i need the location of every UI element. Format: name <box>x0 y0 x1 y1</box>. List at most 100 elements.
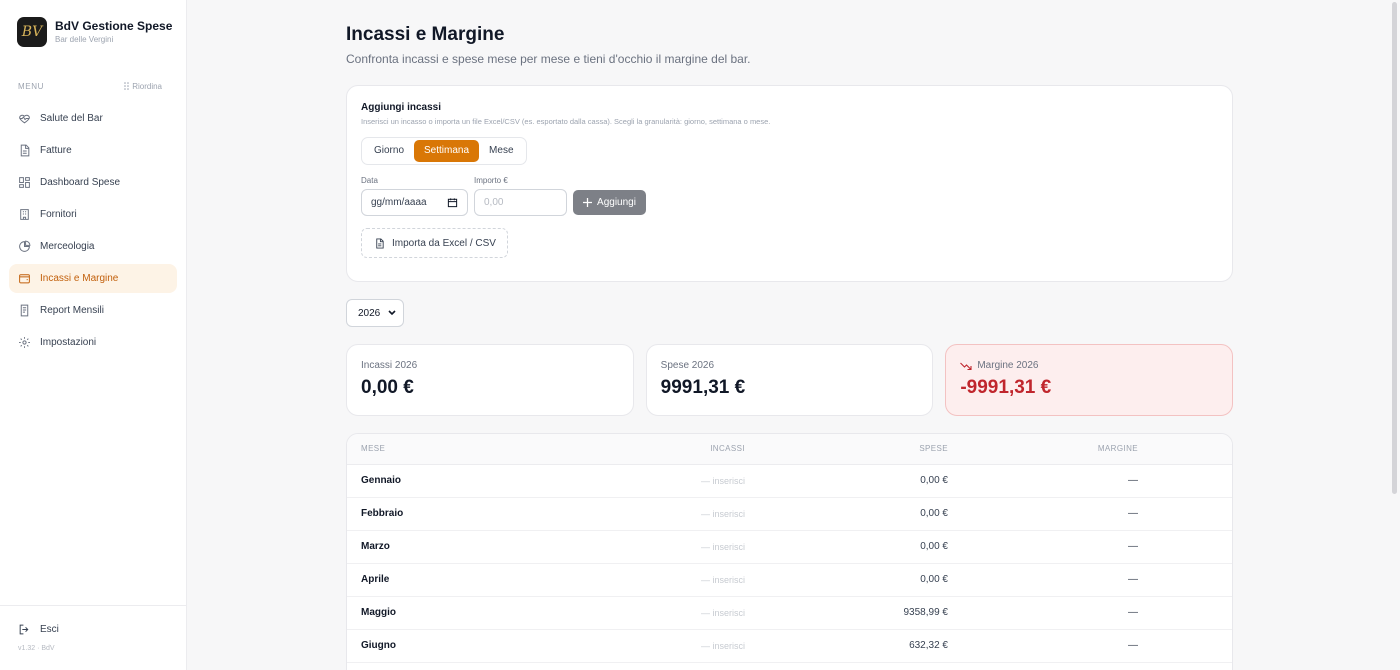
plus-icon <box>583 198 593 207</box>
row-margin: — <box>948 629 1138 663</box>
app: BV BdV Gestione Spese Bar delle Vergini … <box>0 0 1400 670</box>
sidebar-item-fornitori[interactable]: Fornitori <box>9 200 177 229</box>
brand-logo: BV <box>17 17 47 47</box>
granularity-toggle: Giorno Settimana Mese <box>361 137 527 165</box>
row-margin: — <box>948 563 1138 597</box>
granularity-mese[interactable]: Mese <box>479 140 523 162</box>
row-income-insert[interactable]: — inserisci <box>547 563 745 597</box>
sidebar-item-merceologia[interactable]: Merceologia <box>9 232 177 261</box>
granularity-settimana[interactable]: Settimana <box>414 140 480 162</box>
sidebar-item-salute[interactable]: Salute del Bar <box>9 104 177 133</box>
add-income-title: Aggiungi incassi <box>361 102 442 113</box>
row-month: Marzo <box>347 530 547 564</box>
date-input[interactable]: gg/mm/aaaa <box>361 189 468 216</box>
table-row: Maggio — inserisci 9358,99 € — <box>347 596 1232 630</box>
year-select[interactable]: 2026 <box>346 299 404 327</box>
file-icon <box>376 237 384 249</box>
amount-placeholder: 0,00 <box>484 197 504 208</box>
column-header-month: MESE <box>347 434 547 465</box>
sidebar-item-label: Fornitori <box>40 209 77 220</box>
stat-margin-value: -9991,31 € <box>960 377 1052 398</box>
import-csv-button[interactable]: Importa da Excel / CSV <box>361 228 508 258</box>
page-title: Incassi e Margine <box>346 24 505 45</box>
table-row: Marzo — inserisci 0,00 € — <box>347 530 1232 564</box>
report-icon <box>18 304 31 317</box>
amount-field-group: Importo € 0,00 <box>474 176 567 216</box>
row-expenses: 0,00 € <box>745 464 948 498</box>
date-placeholder: gg/mm/aaaa <box>371 197 427 208</box>
import-button-label: Importa da Excel / CSV <box>392 237 496 249</box>
amount-label: Importo € <box>474 176 508 185</box>
page-subtitle: Confronta incassi e spese mese per mese … <box>346 52 751 66</box>
stat-income-value: 0,00 € <box>361 377 414 398</box>
date-label: Data <box>361 176 378 185</box>
add-income-button[interactable]: Aggiungi <box>573 190 646 215</box>
stat-margin: Margine 2026 -9991,31 € <box>945 344 1234 416</box>
sidebar-item-incassi[interactable]: Incassi e Margine <box>9 264 177 293</box>
row-expenses: 0,00 € <box>745 497 948 531</box>
sidebar-item-dashboard[interactable]: Dashboard Spese <box>9 168 177 197</box>
table-row: Giugno — inserisci 632,32 € — <box>347 629 1232 663</box>
dashboard-icon <box>18 176 31 189</box>
building-icon <box>18 208 31 221</box>
table-row: Aprile — inserisci 0,00 € — <box>347 563 1232 597</box>
column-header-margin: MARGINE <box>948 434 1138 465</box>
stat-margin-header: Margine 2026 <box>960 360 1218 371</box>
brand-subtitle: Bar delle Vergini <box>55 35 114 44</box>
sidebar-item-label: Incassi e Margine <box>40 273 119 284</box>
row-month: Giugno <box>347 629 547 663</box>
granularity-giorno[interactable]: Giorno <box>364 140 414 162</box>
logout-icon <box>18 623 31 636</box>
income-form-row: Data gg/mm/aaaa Importo € 0,00 Aggiungi <box>361 176 1218 216</box>
trend-down-icon <box>960 362 972 370</box>
sidebar-item-fatture[interactable]: Fatture <box>9 136 177 165</box>
brand-title: BdV Gestione Spese <box>55 19 173 33</box>
row-income-insert[interactable]: — inserisci <box>547 629 745 663</box>
amount-input[interactable]: 0,00 <box>474 189 567 216</box>
brand[interactable]: BV BdV Gestione Spese Bar delle Vergini <box>0 0 186 47</box>
add-button-label: Aggiungi <box>597 197 636 208</box>
row-margin: — <box>948 596 1138 630</box>
row-income-insert[interactable]: — inserisci <box>547 530 745 564</box>
row-month: Gennaio <box>347 464 547 498</box>
stat-expenses-label: Spese 2026 <box>660 360 715 371</box>
brand-text: BdV Gestione Spese Bar delle Vergini <box>55 19 172 45</box>
row-income-insert[interactable]: — inserisci <box>547 464 745 498</box>
row-income-insert[interactable]: — inserisci <box>547 497 745 531</box>
date-field-group: Data gg/mm/aaaa <box>361 176 468 216</box>
sidebar-item-report[interactable]: Report Mensili <box>9 296 177 325</box>
sidebar-footer: Esci v1.32 · BdV <box>0 605 186 670</box>
content: Incassi e Margine Confronta incassi e sp… <box>346 0 1234 670</box>
column-header-expenses: SPESE <box>745 434 948 465</box>
row-income-insert[interactable]: — inserisci <box>547 596 745 630</box>
row-margin: — <box>948 497 1138 531</box>
table-header: MESE INCASSI SPESE MARGINE <box>347 434 1232 465</box>
scrollbar[interactable] <box>1392 2 1397 494</box>
menu-header: MENU Riordina <box>0 80 186 92</box>
sidebar: BV BdV Gestione Spese Bar delle Vergini … <box>0 0 187 670</box>
sidebar-item-label: Report Mensili <box>40 305 104 316</box>
sidebar-item-label: Salute del Bar <box>40 113 103 124</box>
monthly-table: MESE INCASSI SPESE MARGINE Gennaio — ins… <box>347 434 1232 663</box>
table-body: Gennaio — inserisci 0,00 € — Febbraio — … <box>347 464 1232 663</box>
row-expenses: 0,00 € <box>745 530 948 564</box>
row-expenses: 632,32 € <box>745 629 948 663</box>
row-month: Febbraio <box>347 497 547 531</box>
sidebar-item-impostazioni[interactable]: Impostazioni <box>9 328 177 357</box>
document-icon <box>18 144 31 157</box>
monthly-table-card: MESE INCASSI SPESE MARGINE Gennaio — ins… <box>346 433 1233 670</box>
logout-label: Esci <box>40 624 59 635</box>
row-month: Maggio <box>347 596 547 630</box>
stat-income-label: Incassi 2026 <box>361 360 418 371</box>
row-month: Aprile <box>347 563 547 597</box>
reorder-button[interactable]: Riordina <box>124 82 162 91</box>
table-row: Gennaio — inserisci 0,00 € — <box>347 464 1232 498</box>
add-income-card: Aggiungi incassi Inserisci un incasso o … <box>346 85 1233 282</box>
table-row: Febbraio — inserisci 0,00 € — <box>347 497 1232 531</box>
column-header-income: INCASSI <box>547 434 745 465</box>
year-value: 2026 <box>358 307 381 319</box>
row-margin: — <box>948 530 1138 564</box>
sidebar-item-label: Merceologia <box>40 241 95 252</box>
stat-expenses: Spese 2026 9991,31 € <box>645 344 934 416</box>
logout-button[interactable]: Esci <box>0 606 186 636</box>
